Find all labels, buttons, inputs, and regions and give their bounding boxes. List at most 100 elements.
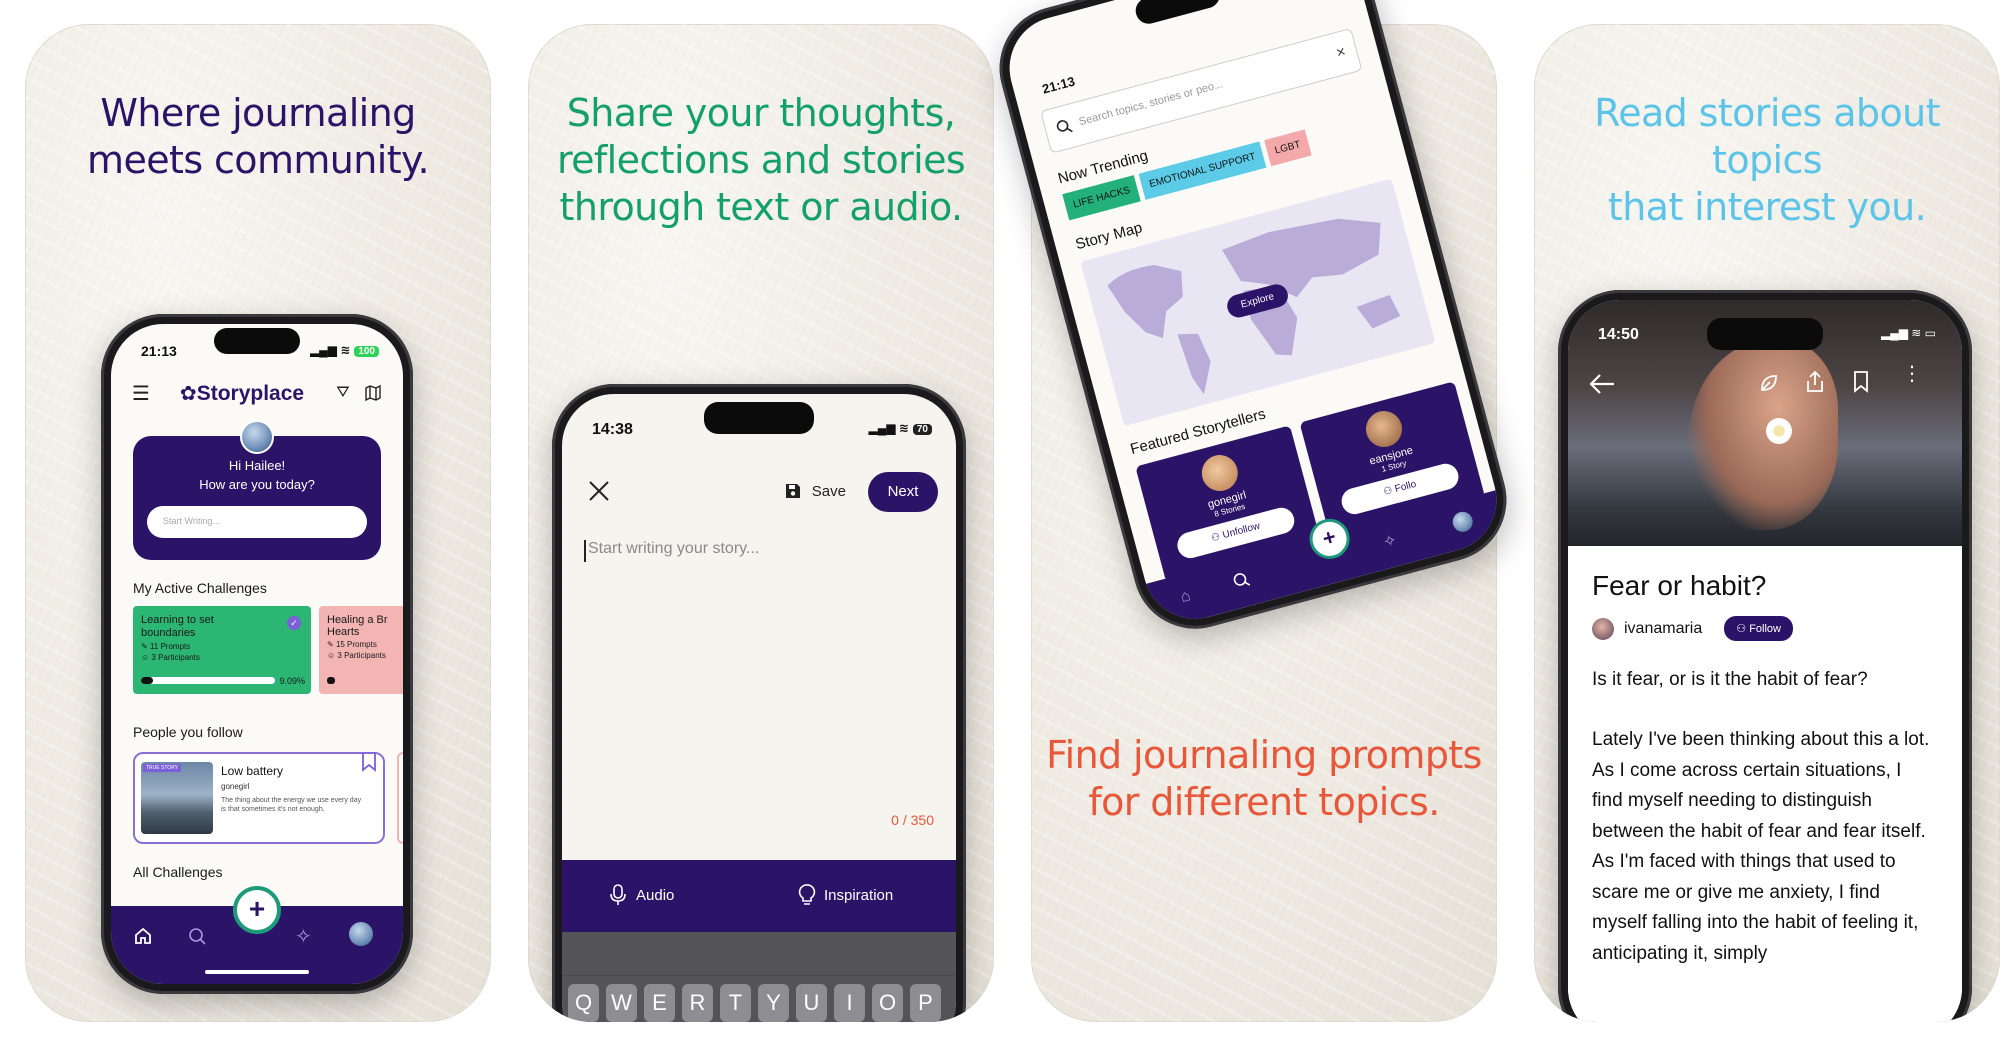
storyteller-avatar bbox=[1361, 406, 1407, 452]
greeting-question: How are you today? bbox=[199, 477, 315, 492]
leaf-icon[interactable] bbox=[1758, 372, 1780, 399]
author-row: ivanamaria ⚇ Follow bbox=[1592, 616, 1938, 641]
home-indicator bbox=[205, 970, 309, 974]
profile-avatar[interactable] bbox=[1450, 509, 1475, 535]
caption-line: Where journaling bbox=[100, 91, 416, 135]
editor-screen: 14:38 ▂▄▆ ≋ 70 Save Next Start writing yo… bbox=[562, 394, 956, 1022]
challenge-participants: ☺ 3 Participants bbox=[141, 653, 200, 662]
key[interactable]: W bbox=[606, 984, 637, 1022]
progress-fill bbox=[141, 677, 154, 684]
sparkle-icon[interactable]: ✧ bbox=[1381, 530, 1399, 553]
challenge-progress-bar bbox=[141, 677, 275, 684]
panel-caption: Find journaling prompts for different to… bbox=[1031, 732, 1497, 826]
menu-icon[interactable]: ☰ bbox=[129, 381, 153, 406]
phone-reader: 14:50 ▂▄▆ ≋ ▭ ⋮ Fear or habit? ivanamari… bbox=[1558, 290, 1972, 1022]
search-icon[interactable] bbox=[187, 926, 207, 946]
followed-story-card[interactable]: TRUE STORY Low battery gonegirl The thin… bbox=[133, 752, 385, 844]
share-icon[interactable] bbox=[1804, 370, 1826, 399]
hand-graphic bbox=[1688, 340, 1838, 530]
search-bar[interactable]: Search topics, stories or peo... ✕ bbox=[1040, 27, 1363, 154]
section-title-people: People you follow bbox=[133, 724, 243, 740]
next-button[interactable]: Next bbox=[868, 472, 938, 512]
caption-line: Find journaling prompts bbox=[1046, 733, 1482, 777]
bookmark-icon[interactable] bbox=[361, 752, 377, 777]
close-icon[interactable] bbox=[586, 478, 612, 504]
back-arrow-icon[interactable] bbox=[1588, 372, 1616, 401]
story-paragraph: Is it fear, or is it the habit of fear? bbox=[1592, 669, 1868, 690]
avatar[interactable] bbox=[240, 420, 274, 454]
audio-label: Audio bbox=[636, 886, 675, 904]
caption-line: Read stories about topics bbox=[1594, 91, 1940, 182]
caption-line: for different topics. bbox=[1088, 780, 1440, 824]
challenge-title: Healing a Br bbox=[327, 614, 388, 626]
storyteller-avatar bbox=[1197, 450, 1242, 496]
lightbulb-icon bbox=[798, 884, 816, 905]
save-icon bbox=[785, 484, 800, 498]
story-placeholder: Start writing your story... bbox=[588, 540, 760, 557]
panel-caption: Read stories about topics that interest … bbox=[1534, 90, 2000, 231]
clear-search-icon[interactable]: ✕ bbox=[1334, 44, 1347, 60]
section-title-challenges: My Active Challenges bbox=[133, 580, 267, 596]
follow-button[interactable]: ⚇ Follow bbox=[1724, 616, 1793, 641]
start-writing-input[interactable]: Start Writing... bbox=[147, 506, 367, 538]
panel-community: Where journaling meets community. 21:13 … bbox=[25, 24, 491, 1022]
map-icon[interactable] bbox=[361, 384, 385, 402]
challenge-prompts: ✎ 11 Prompts bbox=[141, 642, 191, 651]
key[interactable]: E bbox=[644, 984, 675, 1022]
app-logo: ✿Storyplace bbox=[153, 381, 331, 406]
status-icons: ▂▄▆ ≋ 100 bbox=[310, 343, 379, 357]
panel-write: Share your thoughts, reflections and sto… bbox=[528, 24, 994, 1022]
story-author: gonegirl bbox=[221, 782, 250, 791]
caption-line: through text or audio. bbox=[559, 185, 964, 229]
save-button[interactable]: Save bbox=[784, 482, 846, 500]
more-icon[interactable]: ⋮ bbox=[1902, 364, 1922, 384]
challenge-card[interactable]: Healing a Br Hearts ✎ 15 Prompts ☺ 3 Par… bbox=[319, 606, 403, 694]
dynamic-island bbox=[1707, 318, 1823, 350]
check-icon: ✓ bbox=[287, 616, 301, 630]
greeting-card: Hi Hailee! How are you today? Start Writ… bbox=[133, 420, 381, 560]
audio-button[interactable]: Audio bbox=[608, 884, 674, 906]
status-icons: ▂▄▆ ≋ ▭ bbox=[1880, 326, 1936, 340]
challenge-title: Learning to set boundaries bbox=[141, 614, 214, 639]
author-avatar[interactable] bbox=[1592, 617, 1614, 640]
key[interactable]: O bbox=[872, 984, 903, 1022]
microphone-icon bbox=[610, 884, 626, 905]
author-name[interactable]: ivanamaria bbox=[1624, 620, 1702, 638]
home-icon[interactable] bbox=[133, 926, 153, 946]
inspiration-button[interactable]: Inspiration bbox=[798, 884, 893, 906]
challenge-card[interactable]: Learning to set boundaries ✓ ✎ 11 Prompt… bbox=[133, 606, 311, 694]
key[interactable]: Y bbox=[758, 984, 789, 1022]
story-map[interactable]: Explore bbox=[1080, 178, 1436, 427]
challenge-title-cont: Hearts bbox=[327, 626, 360, 638]
story-text-area[interactable]: Start writing your story... bbox=[584, 540, 934, 562]
key[interactable]: T bbox=[720, 984, 751, 1022]
search-placeholder: Search topics, stories or peo... bbox=[1077, 78, 1225, 129]
keyboard-suggestions bbox=[562, 932, 956, 976]
profile-avatar[interactable] bbox=[349, 922, 373, 946]
key[interactable]: P bbox=[910, 984, 941, 1022]
story-paragraph: Lately I've been thinking about this a l… bbox=[1592, 729, 1930, 964]
key[interactable]: Q bbox=[568, 984, 599, 1022]
tag-chip[interactable]: EMOTIONAL SUPPORT bbox=[1138, 141, 1267, 200]
flower-graphic bbox=[1766, 418, 1792, 444]
search-icon[interactable] bbox=[1230, 569, 1253, 596]
flower-logo-icon: ✿ bbox=[179, 382, 197, 405]
app-header: ☰ ✿Storyplace ⛛ bbox=[129, 376, 385, 410]
add-button[interactable]: + bbox=[233, 886, 281, 934]
tag-chip[interactable]: LGBT bbox=[1263, 129, 1312, 167]
bookmark-icon[interactable] bbox=[1852, 370, 1870, 399]
challenge-prompts: ✎ 15 Prompts bbox=[327, 640, 377, 649]
battery-badge: 70 bbox=[912, 424, 932, 435]
challenge-participants: ☺ 3 Participants bbox=[327, 651, 386, 660]
key[interactable]: U bbox=[796, 984, 827, 1022]
filter-icon[interactable]: ⛛ bbox=[331, 384, 355, 402]
key[interactable]: R bbox=[682, 984, 713, 1022]
home-icon[interactable]: ⌂ bbox=[1179, 587, 1193, 607]
reader-screen: 14:50 ▂▄▆ ≋ ▭ ⋮ Fear or habit? ivanamari… bbox=[1568, 300, 1962, 1022]
key[interactable]: I bbox=[834, 984, 865, 1022]
caption-line: Share your thoughts, bbox=[566, 91, 956, 135]
dynamic-island bbox=[214, 328, 300, 354]
sparkle-icon[interactable]: ✧ bbox=[295, 924, 312, 949]
story-excerpt: The thing about the energy we use every … bbox=[221, 797, 362, 813]
true-story-badge: TRUE STORY bbox=[143, 764, 182, 772]
